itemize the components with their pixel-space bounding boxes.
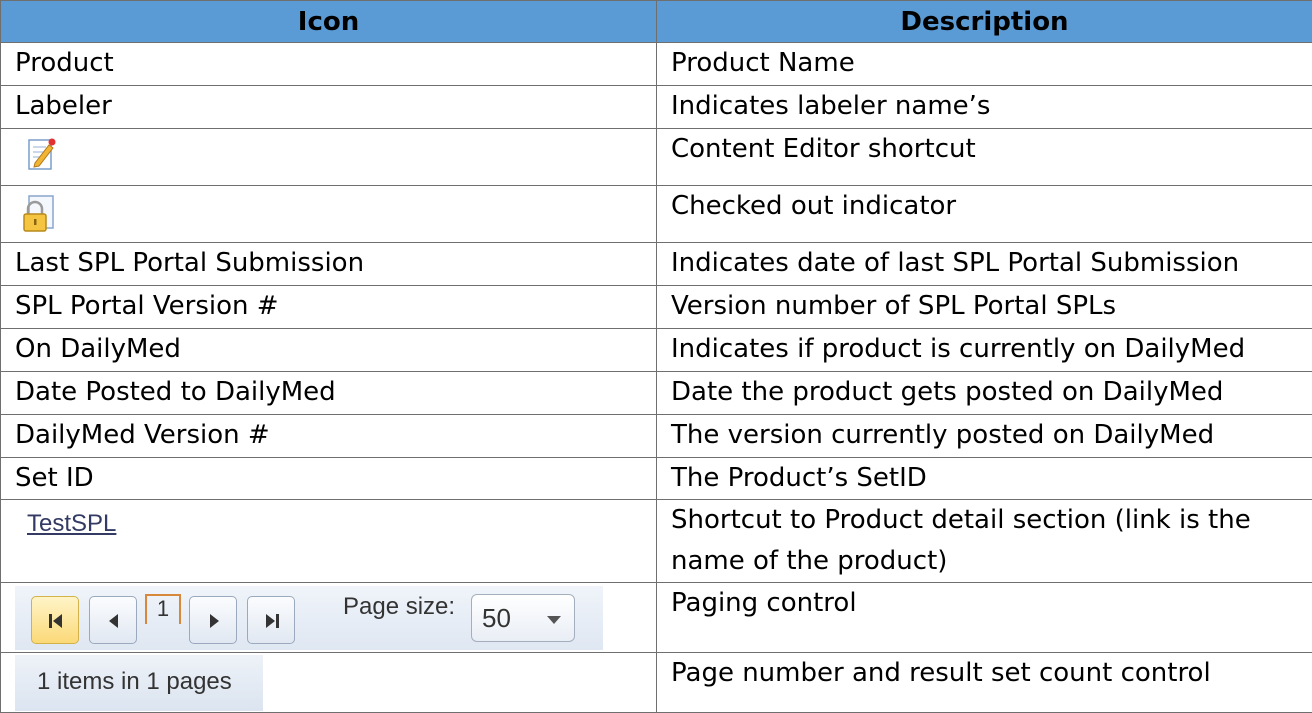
table-row: Set ID The Product’s SetID	[1, 458, 1312, 500]
previous-page-icon	[104, 611, 124, 631]
result-count-control: 1 items in 1 pages	[15, 655, 263, 711]
last-page-icon	[262, 611, 282, 631]
header-icon: Icon	[1, 1, 657, 43]
icon-legend-table: Icon Description Product Product Name La…	[0, 0, 1312, 713]
icon-cell	[1, 186, 657, 243]
page-size-value: 50	[482, 603, 511, 633]
result-count-text: 1 items in 1 pages	[37, 667, 232, 697]
description-cell: The Product’s SetID	[657, 458, 1312, 500]
table-row: Product Product Name	[1, 43, 1312, 86]
icon-cell	[1, 129, 657, 186]
icon-cell: On DailyMed	[1, 329, 657, 372]
description-cell: Indicates labeler name’s	[657, 86, 1312, 129]
icon-cell: Last SPL Portal Submission	[1, 243, 657, 286]
icon-cell: 1 Page size: 50	[1, 583, 657, 653]
table-row: Date Posted to DailyMed Date the product…	[1, 372, 1312, 415]
icon-cell: 1 items in 1 pages	[1, 653, 657, 713]
description-cell: Checked out indicator	[657, 186, 1312, 243]
table-row: 1 items in 1 pages Page number and resul…	[1, 653, 1312, 713]
icon-cell: SPL Portal Version #	[1, 286, 657, 329]
table-row: TestSPL Shortcut to Product detail secti…	[1, 500, 1312, 583]
paging-control: 1 Page size: 50	[15, 586, 603, 650]
icon-cell: DailyMed Version #	[1, 415, 657, 458]
icon-cell: Date Posted to DailyMed	[1, 372, 657, 415]
icon-cell: Product	[1, 43, 657, 86]
page-size-select[interactable]: 50	[471, 594, 575, 642]
table-row: Labeler Indicates labeler name’s	[1, 86, 1312, 129]
icon-cell: Labeler	[1, 86, 657, 129]
description-cell: Page number and result set count control	[657, 653, 1312, 713]
table-row: SPL Portal Version # Version number of S…	[1, 286, 1312, 329]
table-row: Content Editor shortcut	[1, 129, 1312, 186]
table-row: 1 Page size: 50	[1, 583, 1312, 653]
description-cell: The version currently posted on DailyMed	[657, 415, 1312, 458]
first-page-icon	[46, 611, 66, 631]
description-cell: Paging control	[657, 583, 1312, 653]
header-row: Icon Description	[1, 1, 1312, 43]
header-description: Description	[657, 1, 1312, 43]
next-page-icon	[204, 611, 224, 631]
description-cell: Indicates date of last SPL Portal Submis…	[657, 243, 1312, 286]
table-row: Checked out indicator	[1, 186, 1312, 243]
description-cell: Shortcut to Product detail section (link…	[657, 500, 1312, 583]
description-cell: Date the product gets posted on DailyMed	[657, 372, 1312, 415]
table-row: DailyMed Version # The version currently…	[1, 415, 1312, 458]
description-cell: Content Editor shortcut	[657, 129, 1312, 186]
description-cell: Indicates if product is currently on Dai…	[657, 329, 1312, 372]
content-editor-icon[interactable]	[27, 137, 57, 171]
first-page-button[interactable]	[31, 596, 79, 644]
icon-cell: Set ID	[1, 458, 657, 500]
next-page-button[interactable]	[189, 596, 237, 644]
table-row: On DailyMed Indicates if product is curr…	[1, 329, 1312, 372]
product-link[interactable]: TestSPL	[27, 510, 116, 538]
previous-page-button[interactable]	[89, 596, 137, 644]
description-cell: Product Name	[657, 43, 1312, 86]
icon-cell: TestSPL	[1, 500, 657, 583]
checked-out-lock-icon	[21, 194, 55, 234]
current-page-number[interactable]: 1	[145, 594, 181, 624]
description-cell: Version number of SPL Portal SPLs	[657, 286, 1312, 329]
table-row: Last SPL Portal Submission Indicates dat…	[1, 243, 1312, 286]
page-size-label: Page size:	[343, 592, 455, 622]
chevron-down-icon	[546, 615, 562, 625]
last-page-button[interactable]	[247, 596, 295, 644]
